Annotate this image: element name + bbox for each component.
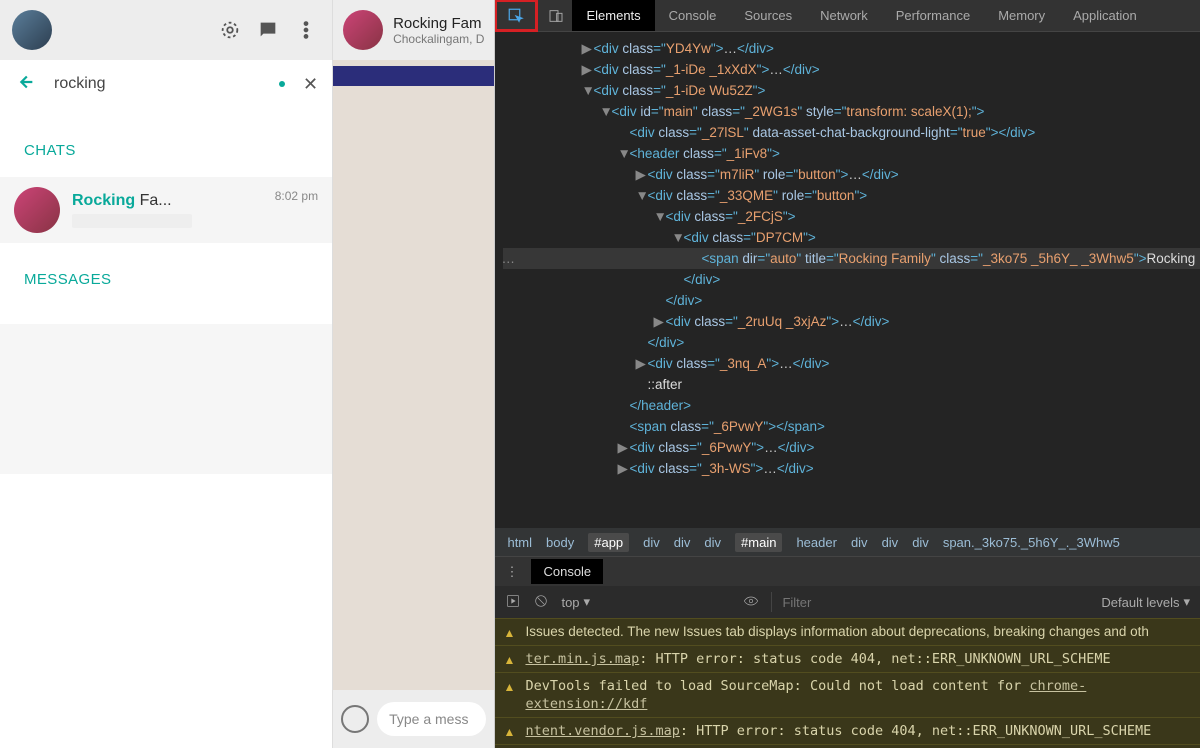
dom-line[interactable]: <span class="_6PvwY"></span> [503,416,1200,437]
warning-icon [503,723,517,737]
console-drawer-header: ⋮ Console [495,556,1200,586]
breadcrumb-item[interactable]: div [882,535,899,550]
inspect-element-button[interactable] [494,0,538,32]
device-toggle-button[interactable] [540,0,572,31]
dom-line[interactable]: </div> [503,290,1200,311]
search-bar: ✕ [0,60,332,114]
clear-search-icon[interactable]: ✕ [303,74,318,95]
console-filter-bar: top ▾ Default levels ▾ [495,586,1200,618]
section-messages-label: MESSAGES [0,243,332,306]
dom-line[interactable]: ▶<div class="_6PvwY">…</div> [503,437,1200,458]
breadcrumb-item[interactable]: #app [588,533,629,552]
dom-line[interactable]: ▼<div class="DP7CM"> [503,227,1200,248]
warning-icon [503,651,517,665]
dom-line[interactable]: ▶<div class="m7liR" role="button">…</div… [503,164,1200,185]
dom-line[interactable]: </div> [503,332,1200,353]
console-row[interactable]: ter.min.js.map: HTTP error: status code … [495,645,1200,672]
console-context-selector[interactable]: top ▾ [561,594,731,610]
console-filter-input[interactable] [771,592,1089,612]
chat-header-avatar [343,10,383,50]
dom-line[interactable]: </header> [503,395,1200,416]
chat-header[interactable]: Rocking Fam Chockalingam, D [333,0,494,60]
chat-avatar [14,187,60,233]
chat-body[interactable] [333,60,494,690]
emoji-icon[interactable] [341,705,369,733]
dom-tree[interactable]: ▶<div class="YD4Yw">…</div>▶<div class="… [495,32,1200,528]
section-chats-label: CHATS [0,114,332,177]
breadcrumb-item[interactable]: div [912,535,929,550]
chat-preview [72,214,192,228]
devtools-tab-sources[interactable]: Sources [730,0,806,31]
chat-time: 8:02 pm [275,189,318,203]
console-row[interactable]: Issues detected. The new Issues tab disp… [495,618,1200,645]
breadcrumb-item[interactable]: div [851,535,868,550]
chat-header-title: Rocking Fam [393,15,484,32]
breadcrumb-item[interactable]: #main [735,533,782,552]
dom-line[interactable]: ▼<header class="_1iFv8"> [503,143,1200,164]
console-eye-icon[interactable] [743,593,759,612]
messages-placeholder [0,324,332,474]
console-drawer-label: Console [531,559,603,584]
console-play-icon[interactable] [505,593,521,612]
chat-header-subtitle: Chockalingam, D [393,32,484,46]
sidebar-header [0,0,332,60]
dom-line[interactable]: </div> [503,269,1200,290]
status-icon[interactable] [216,16,244,44]
dom-line[interactable]: <div class="_27lSL" data-asset-chat-back… [503,122,1200,143]
message-input[interactable]: Type a mess [377,702,486,736]
breadcrumb-item[interactable]: div [674,535,691,550]
chat-pane: Rocking Fam Chockalingam, D Type a mess [333,0,495,748]
chat-title: Rocking Fa... [72,192,263,210]
devtools-tab-console[interactable]: Console [655,0,731,31]
devtools-tab-elements[interactable]: Elements [572,0,654,31]
dom-line[interactable]: ▶<div class="_2ruUq _3xjAz">…</div> [503,311,1200,332]
dom-line[interactable]: ::after [503,374,1200,395]
my-avatar[interactable] [12,10,52,50]
new-chat-icon[interactable] [254,16,282,44]
console-clear-icon[interactable] [533,593,549,612]
dom-line[interactable]: ▶<div class="_1-iDe _1xXdX">…</div> [503,59,1200,80]
dom-line[interactable]: ▶<div class="_3nq_A">…</div> [503,353,1200,374]
devtools: ElementsConsoleSourcesNetworkPerformance… [495,0,1200,748]
dom-line[interactable]: ▼<div id="main" class="_2WG1s" style="tr… [503,101,1200,122]
breadcrumb-item[interactable]: div [704,535,721,550]
console-levels-selector[interactable]: Default levels ▾ [1101,594,1190,610]
devtools-tab-application[interactable]: Application [1059,0,1151,31]
breadcrumb[interactable]: htmlbody#appdivdivdiv#mainheaderdivdivdi… [495,528,1200,556]
menu-icon[interactable] [292,16,320,44]
search-back-icon[interactable] [14,71,36,98]
console-menu-icon[interactable]: ⋮ [505,564,519,580]
warning-icon [503,678,517,692]
console-row[interactable]: DevTools failed to load SourceMap: Could… [495,672,1200,717]
dom-line[interactable]: ▼<div class="_1-iDe Wu52Z"> [503,80,1200,101]
devtools-toolbar: ElementsConsoleSourcesNetworkPerformance… [495,0,1200,32]
chat-input-bar: Type a mess [333,690,494,748]
dom-line[interactable]: ▶<div class="YD4Yw">…</div> [503,38,1200,59]
warning-icon [503,624,517,638]
dom-line[interactable]: <span dir="auto" title="Rocking Family" … [503,248,1200,269]
dom-line[interactable]: ▶<div class="_3h-WS">…</div> [503,458,1200,479]
search-input[interactable] [54,75,261,93]
whatsapp-sidebar: ✕ CHATS Rocking Fa... 8:02 pm MESSAGES [0,0,333,748]
devtools-tab-memory[interactable]: Memory [984,0,1059,31]
typing-indicator-icon [279,81,285,87]
breadcrumb-item[interactable]: header [796,535,836,550]
dom-line[interactable]: ▼<div class="_2FCjS"> [503,206,1200,227]
breadcrumb-item[interactable]: div [643,535,660,550]
breadcrumb-item[interactable]: html [507,535,532,550]
dom-line[interactable]: ▼<div class="_33QME" role="button"> [503,185,1200,206]
breadcrumb-item[interactable]: span._3ko75._5h6Y_._3Whw5 [943,535,1120,550]
console-row[interactable]: DevTools failed to load SourceMap: Could… [495,744,1200,748]
devtools-tab-performance[interactable]: Performance [882,0,984,31]
console-output[interactable]: Issues detected. The new Issues tab disp… [495,618,1200,748]
devtools-tab-network[interactable]: Network [806,0,882,31]
breadcrumb-item[interactable]: body [546,535,574,550]
console-row[interactable]: ntent.vendor.js.map: HTTP error: status … [495,717,1200,744]
chat-banner [333,66,494,86]
chat-row[interactable]: Rocking Fa... 8:02 pm [0,177,332,243]
